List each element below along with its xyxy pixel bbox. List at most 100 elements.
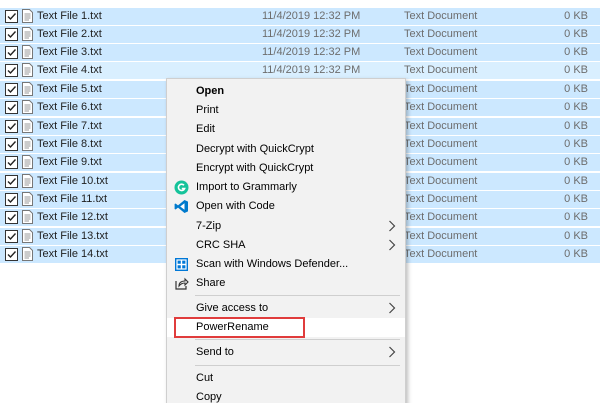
- checkbox[interactable]: [5, 193, 18, 206]
- menu-item-7zip[interactable]: 7-Zip: [167, 217, 405, 236]
- file-name: Text File 8.txt: [37, 138, 102, 150]
- submenu-arrow-icon: [389, 346, 396, 358]
- file-name: Text File 1.txt: [37, 10, 102, 22]
- menu-item-decrypt[interactable]: Decrypt with QuickCrypt: [167, 140, 405, 159]
- menu-item-share[interactable]: Share: [167, 274, 405, 293]
- menu-item-label: Import to Grammarly: [196, 181, 297, 193]
- checkbox[interactable]: [5, 156, 18, 169]
- check-icon: [7, 251, 17, 259]
- menu-item-open[interactable]: Open: [167, 82, 405, 101]
- file-row[interactable]: Text File 4.txt 11/4/2019 12:32 PM Text …: [0, 62, 600, 79]
- file-size: 0 KB: [564, 248, 588, 260]
- checkbox[interactable]: [5, 248, 18, 261]
- text-file-icon: [22, 174, 33, 188]
- checkbox[interactable]: [5, 211, 18, 224]
- text-file-icon: [22, 9, 33, 23]
- file-date: 11/4/2019 12:32 PM: [262, 46, 361, 58]
- menu-item-open-with-code[interactable]: Open with Code: [167, 197, 405, 216]
- menu-item-label: Decrypt with QuickCrypt: [196, 143, 314, 155]
- checkbox[interactable]: [5, 175, 18, 188]
- menu-item-label: Give access to: [196, 302, 269, 314]
- file-name: Text File 9.txt: [37, 156, 102, 168]
- windows-defender-icon: [175, 258, 188, 271]
- menu-item-crc-sha[interactable]: CRC SHA: [167, 236, 405, 255]
- check-icon: [7, 67, 17, 75]
- grammarly-icon: [174, 180, 189, 195]
- menu-item-encrypt[interactable]: Encrypt with QuickCrypt: [167, 159, 405, 178]
- submenu-arrow-icon: [389, 239, 396, 251]
- menu-item-give-access[interactable]: Give access to: [167, 299, 405, 318]
- file-date: 11/4/2019 12:32 PM: [262, 64, 361, 76]
- file-row[interactable]: Text File 1.txt 11/4/2019 12:32 PM Text …: [0, 8, 600, 25]
- text-file-icon: [22, 155, 33, 169]
- menu-item-edit[interactable]: Edit: [167, 120, 405, 139]
- text-file-icon: [22, 119, 33, 133]
- menu-item-label: Open with Code: [196, 200, 275, 212]
- file-type: Text Document: [404, 64, 478, 76]
- file-date: 11/4/2019 12:32 PM: [262, 10, 361, 22]
- check-icon: [7, 104, 17, 112]
- checkbox[interactable]: [5, 28, 18, 41]
- check-icon: [7, 141, 17, 149]
- menu-item-label: Open: [196, 85, 225, 97]
- file-size: 0 KB: [564, 156, 588, 168]
- highlight-annotation-box: [174, 317, 305, 338]
- menu-item-cut[interactable]: Cut: [167, 369, 405, 388]
- file-row[interactable]: Text File 2.txt 11/4/2019 12:32 PM Text …: [0, 26, 600, 43]
- checkbox[interactable]: [5, 101, 18, 114]
- checkbox[interactable]: [5, 83, 18, 96]
- check-icon: [7, 196, 17, 204]
- file-size: 0 KB: [564, 83, 588, 95]
- checkbox[interactable]: [5, 64, 18, 77]
- menu-item-label: Copy: [196, 391, 222, 403]
- vscode-icon: [174, 200, 188, 213]
- check-icon: [7, 123, 17, 131]
- check-icon: [7, 159, 17, 167]
- menu-item-print[interactable]: Print: [167, 101, 405, 120]
- file-name: Text File 7.txt: [37, 120, 102, 132]
- file-name: Text File 2.txt: [37, 28, 102, 40]
- file-type: Text Document: [404, 193, 478, 205]
- menu-item-send-to[interactable]: Send to: [167, 343, 405, 362]
- menu-item-label: CRC SHA: [196, 239, 246, 251]
- check-icon: [7, 31, 17, 39]
- menu-item-copy[interactable]: Copy: [167, 388, 405, 403]
- check-icon: [7, 178, 17, 186]
- file-name: Text File 4.txt: [37, 64, 102, 76]
- share-icon: [175, 277, 189, 290]
- file-name: Text File 11.txt: [37, 193, 108, 205]
- file-size: 0 KB: [564, 211, 588, 223]
- file-type: Text Document: [404, 101, 478, 113]
- file-size: 0 KB: [564, 138, 588, 150]
- file-type: Text Document: [404, 230, 478, 242]
- file-size: 0 KB: [564, 64, 588, 76]
- checkbox[interactable]: [5, 10, 18, 23]
- text-file-icon: [22, 63, 33, 77]
- text-file-icon: [22, 210, 33, 224]
- checkbox[interactable]: [5, 230, 18, 243]
- file-type: Text Document: [404, 138, 478, 150]
- check-icon: [7, 49, 17, 57]
- context-menu: Open Print Edit Decrypt with QuickCrypt …: [166, 78, 406, 403]
- checkbox[interactable]: [5, 120, 18, 133]
- file-type: Text Document: [404, 211, 478, 223]
- file-size: 0 KB: [564, 28, 588, 40]
- file-size: 0 KB: [564, 230, 588, 242]
- text-file-icon: [22, 100, 33, 114]
- menu-item-scan-defender[interactable]: Scan with Windows Defender...: [167, 255, 405, 274]
- file-name: Text File 3.txt: [37, 46, 102, 58]
- text-file-icon: [22, 247, 33, 261]
- file-type: Text Document: [404, 156, 478, 168]
- file-type: Text Document: [404, 83, 478, 95]
- file-type: Text Document: [404, 175, 478, 187]
- text-file-icon: [22, 192, 33, 206]
- checkbox[interactable]: [5, 46, 18, 59]
- file-row[interactable]: Text File 3.txt 11/4/2019 12:32 PM Text …: [0, 44, 600, 61]
- file-name: Text File 6.txt: [37, 101, 102, 113]
- menu-item-grammarly[interactable]: Import to Grammarly: [167, 178, 405, 197]
- checkbox[interactable]: [5, 138, 18, 151]
- text-file-icon: [22, 137, 33, 151]
- file-name: Text File 5.txt: [37, 83, 102, 95]
- menu-item-label: Share: [196, 277, 226, 289]
- file-size: 0 KB: [564, 175, 588, 187]
